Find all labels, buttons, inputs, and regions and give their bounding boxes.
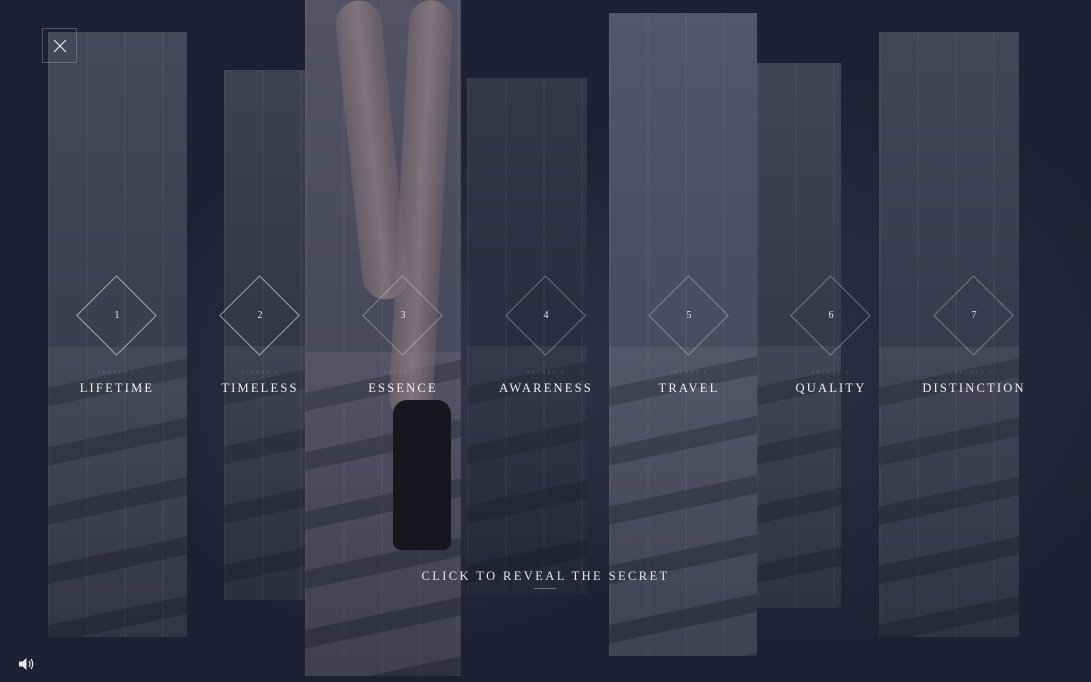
diamond-badge: 2 (219, 275, 301, 357)
diamond-badge: 6 (790, 275, 872, 357)
secret-title: TIMELESS (221, 381, 299, 395)
secret-number: 3 (400, 310, 406, 321)
secret-number: 7 (971, 310, 977, 321)
secret-sublabel: SECRET 6 (811, 371, 851, 376)
secret-sublabel: SECRET 1 (97, 371, 137, 376)
secret-title: QUALITY (795, 381, 867, 395)
close-button[interactable] (42, 28, 77, 63)
sound-toggle-button[interactable] (18, 656, 36, 672)
diamond-badge: 5 (648, 275, 730, 357)
cta-underline (534, 588, 556, 589)
secret-sublabel: SECRET 2 (240, 371, 280, 376)
secret-item-2[interactable]: 2 SECRET 2 TIMELESS (180, 275, 340, 396)
secret-sublabel: SECRET 4 (526, 371, 566, 376)
secret-title: DISTINCTION (922, 381, 1026, 395)
secret-number: 1 (114, 310, 120, 321)
secret-item-6[interactable]: 6 SECRET 6 QUALITY (751, 275, 911, 396)
secret-sublabel: SECRET 7 (954, 371, 994, 376)
close-icon (53, 39, 67, 53)
speaker-icon (19, 658, 34, 670)
secret-sublabel: SECRET 3 (383, 371, 423, 376)
diamond-badge: 4 (505, 275, 587, 357)
diamond-badge: 7 (933, 275, 1015, 357)
secret-number: 5 (686, 310, 692, 321)
secret-title: AWARENESS (499, 381, 593, 395)
secret-item-1[interactable]: 1 SECRET 1 LIFETIME (37, 275, 197, 396)
secret-title: ESSENCE (368, 381, 438, 395)
secret-number: 2 (257, 310, 263, 321)
secret-item-7[interactable]: 7 SECRET 7 DISTINCTION (894, 275, 1054, 396)
secret-item-5[interactable]: 5 SECRET 5 TRAVEL (609, 275, 769, 396)
background-stage: 1 SECRET 1 LIFETIME 2 SECRET 2 TIMELESS … (0, 0, 1091, 682)
secret-sublabel: SECRET 5 (669, 371, 709, 376)
secret-item-3[interactable]: 3 SECRET 3 ESSENCE (323, 275, 483, 396)
secret-title: LIFETIME (79, 381, 155, 395)
reveal-secret-button[interactable]: CLICK TO REVEAL THE SECRET (0, 569, 1091, 584)
diamond-badge: 3 (362, 275, 444, 357)
diamond-badge: 1 (76, 275, 158, 357)
secret-number: 4 (543, 310, 549, 321)
secret-title: TRAVEL (658, 381, 720, 395)
secret-item-4[interactable]: 4 SECRET 4 AWARENESS (466, 275, 626, 396)
secret-number: 6 (828, 310, 834, 321)
